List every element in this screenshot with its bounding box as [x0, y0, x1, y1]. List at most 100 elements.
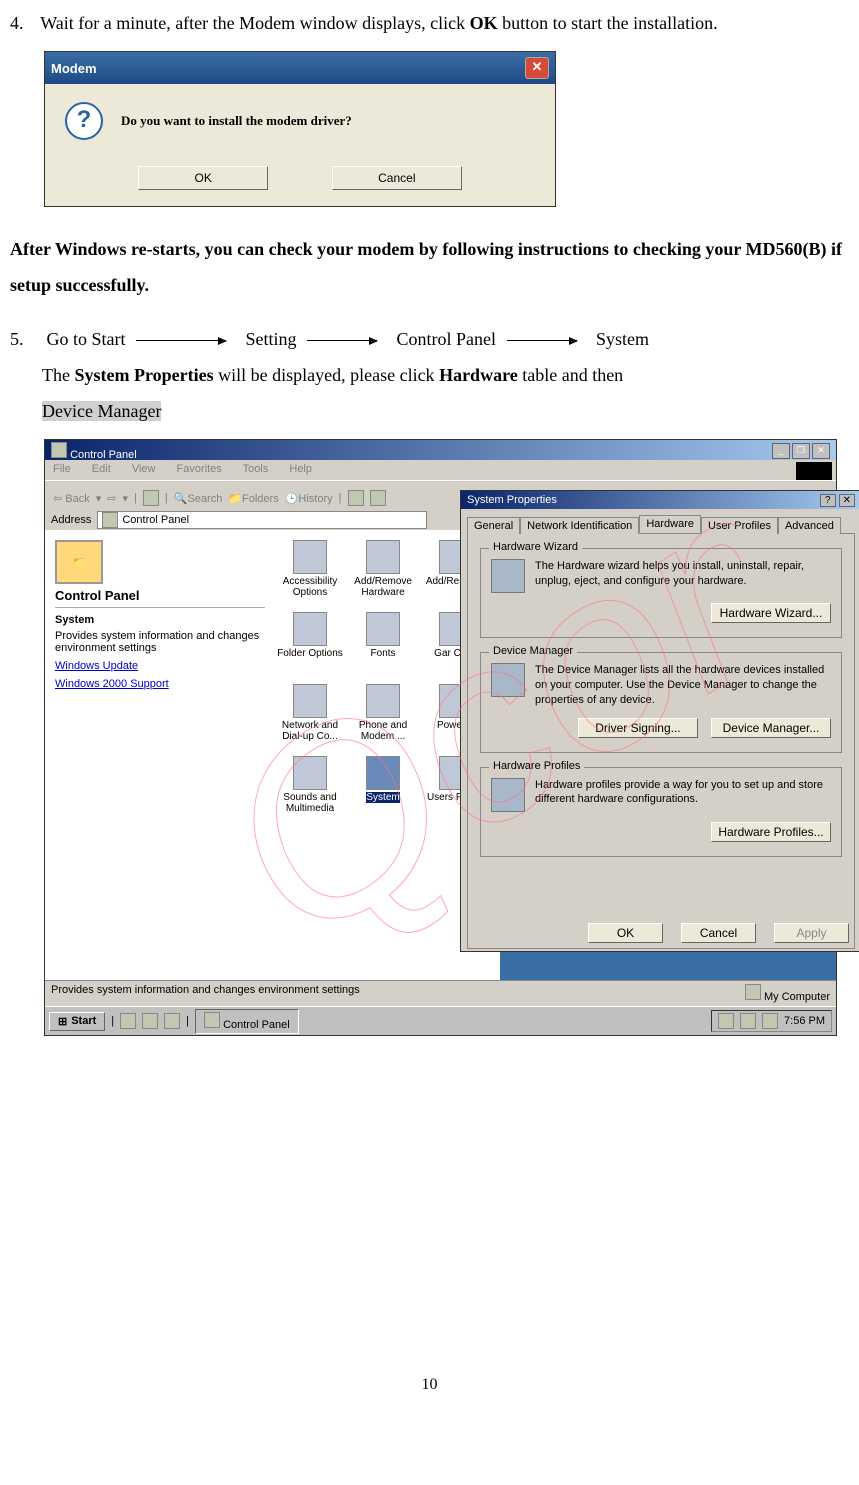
close-icon[interactable]: ✕	[525, 57, 549, 79]
menu-help[interactable]: Help	[289, 463, 312, 475]
cp-icon-sounds[interactable]: Sounds and Multimedia	[275, 756, 345, 828]
cp-icon-network[interactable]: Network and Dial-up Co...	[275, 684, 345, 756]
arrow-icon	[307, 340, 377, 341]
tab-general[interactable]: General	[467, 517, 520, 534]
close-icon[interactable]: ✕	[812, 443, 830, 459]
cp-icon-system[interactable]: System	[348, 756, 418, 828]
modem-message: Do you want to install the modem driver?	[121, 113, 352, 129]
driver-signing-button[interactable]: Driver Signing...	[578, 718, 698, 738]
device-manager-button[interactable]: Device Manager...	[711, 718, 831, 738]
cp-left-pane: 📁 Control Panel System Provides system i…	[45, 530, 275, 981]
page-number: 10	[10, 1376, 849, 1394]
tab-network-id[interactable]: Network Identification	[520, 517, 639, 534]
cancel-button[interactable]: Cancel	[332, 166, 462, 190]
folders-button[interactable]: Folders	[242, 493, 279, 505]
help-icon[interactable]: ?	[820, 494, 836, 507]
tab-hardware[interactable]: Hardware	[639, 515, 701, 533]
window-buttons: _ ❐ ✕	[772, 443, 830, 459]
sp-cancel-button[interactable]: Cancel	[681, 923, 756, 943]
history-button[interactable]: History	[298, 493, 332, 505]
menu-edit[interactable]: Edit	[92, 463, 111, 475]
menu-file[interactable]: File	[53, 463, 71, 475]
statusbar-text: Provides system information and changes …	[51, 984, 360, 1004]
modem-body: ? Do you want to install the modem drive…	[45, 84, 555, 158]
hw-wizard-text: The Hardware wizard helps you install, u…	[535, 559, 831, 589]
address-label: Address	[51, 514, 91, 526]
address-field[interactable]: Control Panel	[97, 511, 427, 529]
quicklaunch-icon[interactable]	[120, 1013, 136, 1029]
arrow-icon	[136, 340, 226, 341]
control-panel-screenshot: Control Panel _ ❐ ✕ File Edit View Favor…	[44, 439, 837, 1036]
quicklaunch-icon[interactable]	[164, 1013, 180, 1029]
tab-user-profiles[interactable]: User Profiles	[701, 517, 778, 534]
tab-advanced[interactable]: Advanced	[778, 517, 841, 534]
dev-mgr-icon	[491, 663, 525, 697]
menu-favorites[interactable]: Favorites	[177, 463, 222, 475]
cp-title: Control Panel	[55, 588, 265, 608]
restart-paragraph: After Windows re-starts, you can check y…	[10, 231, 849, 303]
step-5: 5. Go to Start Setting Control Panel Sys…	[10, 321, 849, 429]
close-icon[interactable]: ✕	[839, 494, 855, 507]
taskbar-item[interactable]: Control Panel	[195, 1009, 299, 1034]
start-button[interactable]: ⊞ Start	[49, 1012, 105, 1031]
back-button[interactable]: Back	[65, 493, 89, 505]
tray-icon[interactable]	[740, 1013, 756, 1029]
step5-goto: Go to Start	[47, 329, 126, 349]
cp-logo-icon: 📁	[55, 540, 103, 584]
minimize-icon[interactable]: _	[772, 443, 790, 459]
ok-button[interactable]: OK	[138, 166, 268, 190]
maximize-icon[interactable]: ❐	[792, 443, 810, 459]
fieldset-hardware-wizard: Hardware Wizard The Hardware wizard help…	[480, 548, 842, 638]
step5-system: System	[596, 329, 649, 349]
modem-buttons: OK Cancel	[45, 158, 555, 206]
fieldset-hardware-profiles: Hardware Profiles Hardware profiles prov…	[480, 767, 842, 857]
legend-hw-prof: Hardware Profiles	[489, 760, 584, 772]
step5-line2a: The	[42, 365, 74, 385]
step5-sysprops: System Properties	[74, 365, 213, 385]
cp-titlebar: Control Panel _ ❐ ✕	[45, 440, 836, 462]
fieldset-device-manager: Device Manager The Device Manager lists …	[480, 652, 842, 753]
modem-title: Modem	[51, 61, 97, 76]
menu-tools[interactable]: Tools	[243, 463, 269, 475]
step5-devmgr: Device Manager	[42, 401, 161, 421]
folder-icon	[204, 1012, 220, 1028]
system-properties-dialog: System Properties ? ✕ General Network Id…	[460, 490, 859, 952]
step-4-number: 4.	[10, 5, 36, 41]
cp-window-title: Control Panel	[70, 449, 137, 461]
legend-dev-mgr: Device Manager	[489, 645, 577, 657]
step5-setting: Setting	[246, 329, 297, 349]
tool-icon[interactable]	[370, 490, 386, 506]
hardware-wizard-button[interactable]: Hardware Wizard...	[711, 603, 831, 623]
step-5-number: 5.	[10, 321, 36, 357]
sp-dialog-buttons: OK Cancel Apply	[578, 923, 849, 943]
search-button[interactable]: Search	[187, 493, 222, 505]
link-windows-update[interactable]: Windows Update	[55, 660, 265, 672]
cp-icon-folder-options[interactable]: Folder Options	[275, 612, 345, 684]
clock: 7:56 PM	[784, 1015, 825, 1027]
hw-prof-icon	[491, 778, 525, 812]
folder-icon	[102, 512, 118, 528]
cp-icon-accessibility[interactable]: Accessibility Options	[275, 540, 345, 612]
tool-icon[interactable]	[348, 490, 364, 506]
statusbar-location: My Computer	[764, 991, 830, 1003]
cp-icon-fonts[interactable]: Fonts	[348, 612, 418, 684]
up-icon[interactable]	[143, 490, 159, 506]
sp-apply-button[interactable]: Apply	[774, 923, 849, 943]
hw-prof-text: Hardware profiles provide a way for you …	[535, 778, 831, 808]
step-4-ok: OK	[470, 13, 498, 33]
tray-icon[interactable]	[762, 1013, 778, 1029]
quicklaunch-icon[interactable]	[142, 1013, 158, 1029]
sp-ok-button[interactable]: OK	[588, 923, 663, 943]
link-windows-support[interactable]: Windows 2000 Support	[55, 678, 265, 690]
legend-hw-wizard: Hardware Wizard	[489, 541, 582, 553]
menu-view[interactable]: View	[132, 463, 156, 475]
taskbar: ⊞ Start | | Control Panel 7:56 PM	[45, 1006, 836, 1035]
hardware-profiles-button[interactable]: Hardware Profiles...	[711, 822, 831, 842]
statusbar: Provides system information and changes …	[45, 980, 836, 1007]
cp-icon-add-hardware[interactable]: Add/Remove Hardware	[348, 540, 418, 612]
step5-line2b: will be displayed, please click	[214, 365, 439, 385]
cp-icon-phone-modem[interactable]: Phone and Modem ...	[348, 684, 418, 756]
tray-icon[interactable]	[718, 1013, 734, 1029]
step5-line2c: table and then	[518, 365, 623, 385]
cp-selected-name: System	[55, 614, 265, 626]
